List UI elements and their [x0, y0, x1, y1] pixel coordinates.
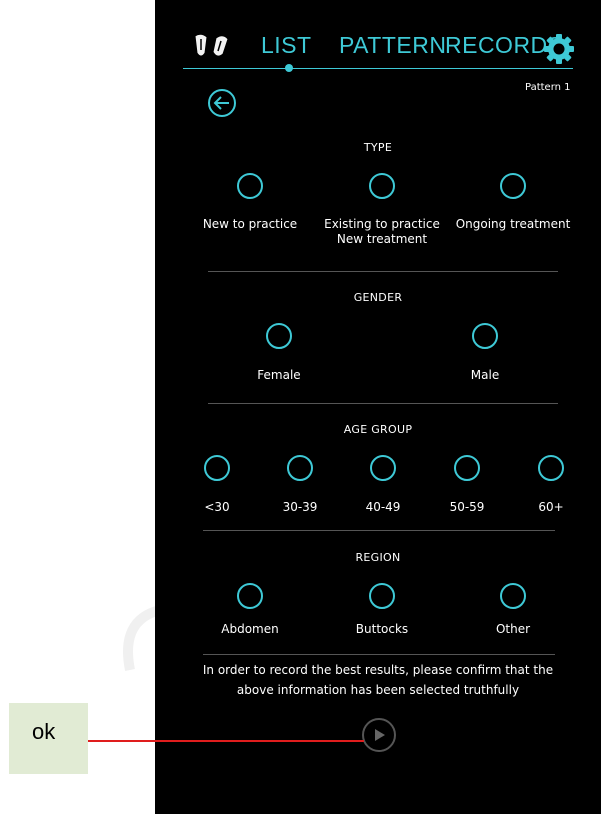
age-under-30-radio[interactable] [204, 455, 230, 481]
app-screen: LIST PATTERN RECORDS Pattern 1 TYPE New … [155, 0, 601, 814]
play-submit-button[interactable] [362, 718, 396, 752]
gender-male-label: Male [470, 368, 500, 382]
confirmation-notice: In order to record the best results, ple… [155, 660, 601, 700]
divider [208, 271, 558, 272]
age-30-39-radio[interactable] [287, 455, 313, 481]
divider [203, 530, 555, 531]
divider [208, 403, 558, 404]
annotation-ok-label: ok [32, 719, 56, 744]
back-arrow-icon[interactable] [207, 88, 237, 118]
type-option-ongoing-label: Ongoing treatment [455, 217, 571, 231]
region-abdomen-label: Abdomen [221, 622, 279, 636]
annotation-pointer-line [88, 740, 364, 742]
region-other-label: Other [495, 622, 531, 636]
divider [203, 654, 555, 655]
nav-underline [183, 68, 573, 69]
active-tab-indicator [285, 64, 293, 72]
notice-line-1: In order to record the best results, ple… [202, 663, 554, 677]
gender-female-radio[interactable] [266, 323, 292, 349]
tab-pattern[interactable]: PATTERN [339, 32, 446, 59]
two-probes-icon[interactable] [192, 33, 234, 61]
gender-male-radio[interactable] [472, 323, 498, 349]
pattern-label: Pattern 1 [525, 82, 571, 93]
notice-line-2: above information has been selected trut… [236, 683, 520, 697]
gender-female-label: Female [257, 368, 301, 382]
age-60-plus-label: 60+ [538, 500, 564, 514]
age-40-49-radio[interactable] [370, 455, 396, 481]
age-50-59-radio[interactable] [454, 455, 480, 481]
type-option-existing-radio[interactable] [369, 173, 395, 199]
section-title-age-group: AGE GROUP [343, 423, 413, 436]
type-option-new-radio[interactable] [237, 173, 263, 199]
section-title-type: TYPE [363, 141, 393, 154]
region-abdomen-radio[interactable] [237, 583, 263, 609]
type-option-existing-label: Existing to practice New treatment [324, 217, 440, 246]
tab-list[interactable]: LIST [261, 32, 312, 59]
play-icon [375, 729, 385, 741]
section-title-gender: GENDER [353, 291, 403, 304]
gear-icon[interactable] [543, 33, 575, 65]
region-buttocks-label: Buttocks [355, 622, 409, 636]
type-option-ongoing-radio[interactable] [500, 173, 526, 199]
region-other-radio[interactable] [500, 583, 526, 609]
region-buttocks-radio[interactable] [369, 583, 395, 609]
type-option-new-label: New to practice [202, 217, 298, 231]
section-title-region: REGION [355, 551, 401, 564]
age-60-plus-radio[interactable] [538, 455, 564, 481]
